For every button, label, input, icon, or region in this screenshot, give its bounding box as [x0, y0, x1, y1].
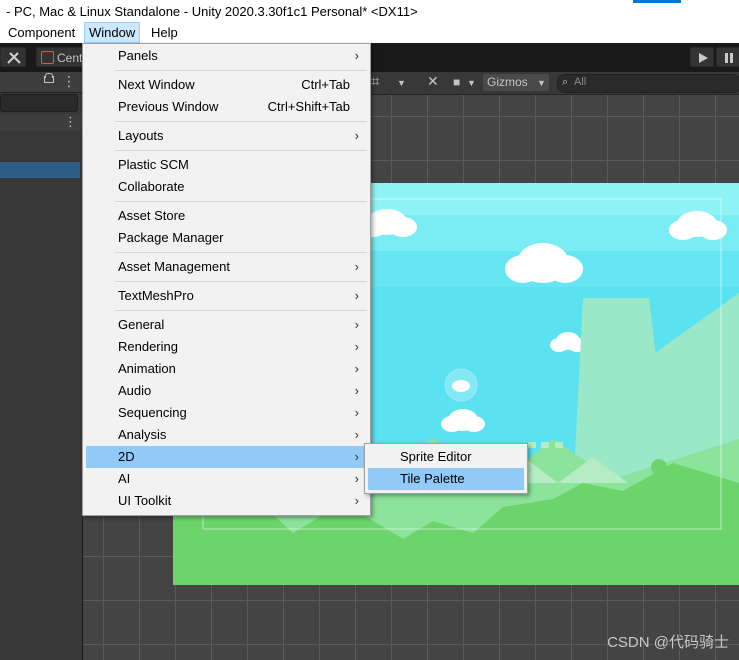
menu-item-ai[interactable]: AI › — [86, 468, 367, 490]
search-icon: ⌕ — [562, 76, 569, 88]
menu-item-animation[interactable]: Animation › — [86, 358, 367, 380]
camera-icon[interactable]: ■ — [453, 75, 460, 89]
submenu-2d: Sprite Editor Tile Palette — [364, 443, 528, 494]
menu-item-rendering[interactable]: Rendering › — [86, 336, 367, 358]
center-icon — [41, 51, 54, 64]
menu-separator — [115, 310, 367, 311]
menu-separator — [115, 201, 367, 202]
menu-item-audio[interactable]: Audio › — [86, 380, 367, 402]
grid-dropdown-icon[interactable]: ▼ — [397, 78, 406, 88]
menu-separator — [115, 150, 367, 151]
menu-item-collaborate[interactable]: Collaborate — [86, 176, 367, 198]
hierarchy-panel: ⋮ ⋮ — [0, 72, 83, 660]
chevron-right-icon: › — [354, 493, 359, 508]
menu-item-tile-palette[interactable]: Tile Palette — [368, 468, 524, 490]
chevron-right-icon: › — [354, 317, 359, 332]
search-placeholder: All — [574, 76, 587, 88]
menu-item-2d[interactable]: 2D › — [86, 446, 367, 468]
gizmos-label: Gizmos — [487, 75, 528, 89]
more-options-icon[interactable]: ⋮ — [62, 73, 76, 90]
pause-icon — [725, 53, 728, 63]
hierarchy-selected-item[interactable] — [0, 162, 80, 178]
chevron-right-icon: › — [354, 288, 359, 303]
menu-item-package-manager[interactable]: Package Manager — [86, 227, 367, 249]
hierarchy-scene-row[interactable]: ⋮ — [0, 114, 82, 130]
shortcut-label: Ctrl+Tab — [301, 77, 350, 92]
chevron-right-icon: › — [354, 471, 359, 486]
chevron-right-icon: › — [354, 405, 359, 420]
menu-help[interactable]: Help — [147, 23, 182, 42]
menu-component[interactable]: Component — [4, 23, 79, 42]
scene-search-input[interactable]: ⌕ All — [557, 74, 739, 93]
chevron-right-icon: › — [354, 383, 359, 398]
chevron-right-icon: › — [354, 361, 359, 376]
hierarchy-search-input[interactable] — [0, 94, 78, 112]
chevron-right-icon: › — [354, 339, 359, 354]
menu-item-ui-toolkit[interactable]: UI Toolkit › — [86, 490, 367, 512]
menu-item-previous-window[interactable]: Previous Window Ctrl+Shift+Tab — [86, 96, 367, 118]
chevron-right-icon: › — [354, 449, 359, 464]
menu-separator — [115, 70, 367, 71]
menu-item-asset-store[interactable]: Asset Store — [86, 205, 367, 227]
lock-shackle-icon — [45, 73, 53, 78]
watermark: CSDN @代码骑士 — [607, 634, 729, 651]
grid-snap-icon[interactable]: ⌗ — [371, 73, 379, 90]
chevron-right-icon: › — [354, 128, 359, 143]
menu-bar: Component Window Help — [0, 22, 739, 43]
window-title: - PC, Mac & Linux Standalone - Unity 202… — [6, 4, 418, 19]
window-accent — [633, 0, 681, 3]
window-menu: Panels › Next Window Ctrl+Tab Previous W… — [82, 43, 371, 516]
menu-item-textmeshpro[interactable]: TextMeshPro › — [86, 285, 367, 307]
tools-scene-icon[interactable]: ✕ — [427, 73, 439, 90]
gizmos-button[interactable]: Gizmos ▼ — [483, 74, 549, 91]
menu-item-analysis[interactable]: Analysis › — [86, 424, 367, 446]
menu-item-layouts[interactable]: Layouts › — [86, 125, 367, 147]
menu-item-plastic-scm[interactable]: Plastic SCM — [86, 154, 367, 176]
menu-item-sequencing[interactable]: Sequencing › — [86, 402, 367, 424]
menu-item-general[interactable]: General › — [86, 314, 367, 336]
chevron-right-icon: › — [354, 427, 359, 442]
menu-separator — [115, 121, 367, 122]
pause-button[interactable] — [716, 47, 739, 67]
play-button[interactable] — [690, 47, 714, 67]
gizmos-dropdown-icon: ▼ — [537, 78, 546, 88]
tools-icon[interactable] — [0, 47, 26, 67]
menu-separator — [115, 252, 367, 253]
title-bar: - PC, Mac & Linux Standalone - Unity 202… — [0, 0, 739, 22]
chevron-right-icon: › — [354, 48, 359, 63]
pivot-center-button[interactable]: Cent — [36, 47, 88, 67]
scene-options-icon[interactable]: ⋮ — [64, 114, 77, 130]
menu-item-sprite-editor[interactable]: Sprite Editor — [368, 446, 524, 468]
camera-dropdown-icon[interactable]: ▼ — [467, 78, 476, 88]
chevron-right-icon: › — [354, 259, 359, 274]
hierarchy-header: ⋮ — [0, 72, 82, 93]
menu-separator — [115, 281, 367, 282]
pivot-center-label: Cent — [57, 51, 83, 65]
menu-window[interactable]: Window — [84, 22, 141, 43]
play-icon — [699, 53, 708, 63]
shortcut-label: Ctrl+Shift+Tab — [267, 99, 350, 114]
menu-item-panels[interactable]: Panels › — [86, 45, 367, 67]
menu-item-asset-management[interactable]: Asset Management › — [86, 256, 367, 278]
menu-item-next-window[interactable]: Next Window Ctrl+Tab — [86, 74, 367, 96]
